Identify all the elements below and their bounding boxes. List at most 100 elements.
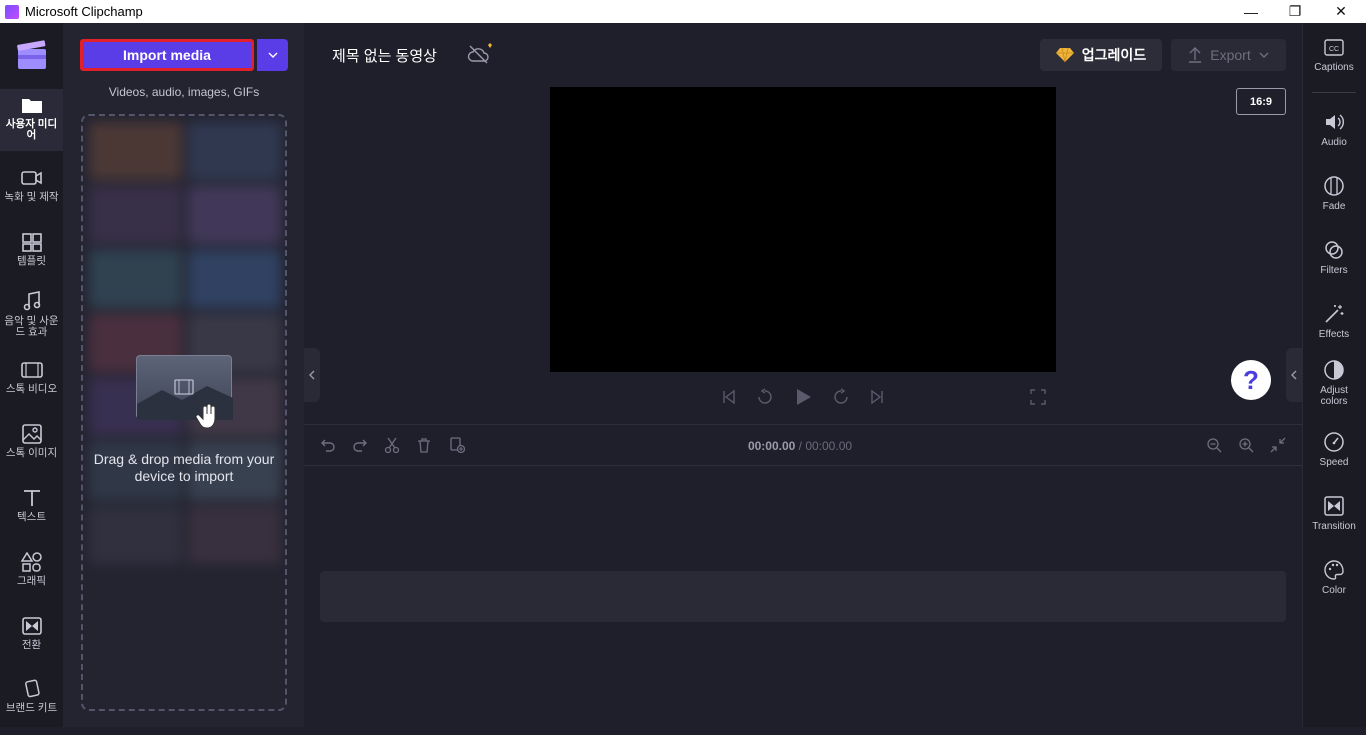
- duplicate-button[interactable]: [447, 435, 467, 455]
- rail-item-captions[interactable]: CC Captions: [1302, 38, 1366, 98]
- collapse-properties-panel-button[interactable]: [1286, 348, 1302, 402]
- rail-item-templates[interactable]: 템플릿: [0, 226, 63, 288]
- rail-item-record-create[interactable]: 녹화 및 제작: [0, 162, 63, 224]
- svg-text:CC: CC: [1329, 46, 1339, 53]
- forward-5s-button[interactable]: [830, 386, 852, 408]
- rail-label: 사용자 미디어: [5, 118, 58, 141]
- rail-item-transitions[interactable]: 전환: [0, 610, 63, 672]
- skip-to-start-button[interactable]: [718, 386, 740, 408]
- rail-label: 스톡 비디오: [5, 383, 58, 395]
- question-mark-icon: ?: [1243, 364, 1259, 395]
- collapse-media-panel-button[interactable]: [304, 348, 320, 402]
- help-button[interactable]: ?: [1231, 360, 1271, 400]
- undo-icon: [321, 439, 335, 452]
- rail-label: Effects: [1318, 329, 1350, 340]
- import-media-button[interactable]: Import media: [80, 39, 254, 71]
- rail-label: Filters: [1320, 265, 1348, 276]
- rail-item-text[interactable]: 텍스트: [0, 482, 63, 544]
- fullscreen-button[interactable]: [1027, 386, 1049, 408]
- rail-label: 전환: [21, 639, 42, 651]
- export-label: Export: [1210, 47, 1251, 63]
- rail-item-audio[interactable]: Audio: [1302, 111, 1366, 171]
- maximize-button[interactable]: ❐: [1272, 0, 1318, 23]
- chevron-left-icon: [309, 370, 315, 380]
- redo-button[interactable]: [350, 435, 370, 455]
- fullscreen-icon: [1030, 389, 1046, 405]
- text-icon: [23, 490, 40, 506]
- rewind-icon: [758, 388, 772, 404]
- adjust-colors-icon: [1324, 360, 1344, 380]
- fit-timeline-button[interactable]: [1268, 435, 1288, 455]
- templates-icon: [21, 233, 42, 252]
- video-preview: [550, 87, 1056, 372]
- close-button[interactable]: ✕: [1318, 0, 1364, 23]
- split-button[interactable]: [382, 435, 402, 455]
- zoom-out-button[interactable]: [1204, 435, 1224, 455]
- rail-item-music-sfx[interactable]: 음악 및 사운드 효과: [0, 284, 63, 346]
- undo-button[interactable]: [318, 435, 338, 455]
- fit-to-screen-icon: [1270, 437, 1286, 453]
- rail-item-stock-images[interactable]: 스톡 이미지: [0, 418, 63, 480]
- delete-button[interactable]: [414, 435, 434, 455]
- rail-item-color[interactable]: Color: [1302, 559, 1366, 619]
- drop-instructions: Drag & drop media from your device to im…: [93, 451, 275, 484]
- rail-item-fade[interactable]: Fade: [1302, 175, 1366, 235]
- rail-item-brand-kit[interactable]: 브랜드 키트: [0, 673, 63, 735]
- upgrade-label: 업그레이드: [1081, 47, 1147, 63]
- scissors-icon: [384, 437, 400, 453]
- window-title: Microsoft Clipchamp: [25, 4, 143, 19]
- total-time: / 00:00.00: [798, 439, 853, 453]
- skip-to-end-button[interactable]: [866, 386, 888, 408]
- upgrade-button[interactable]: 업그레이드: [1040, 39, 1162, 71]
- chevron-left-icon: [1291, 370, 1297, 380]
- rail-item-filters[interactable]: Filters: [1302, 239, 1366, 299]
- rail-label: Adjust colors: [1320, 385, 1348, 407]
- cloud-off-icon: [467, 43, 492, 64]
- redo-icon: [353, 439, 367, 452]
- timeline-track[interactable]: [320, 571, 1286, 622]
- hand-cursor-icon: [196, 404, 216, 429]
- diamond-icon: [1055, 47, 1074, 63]
- palette-icon: [1324, 560, 1344, 580]
- filters-icon: [1325, 241, 1343, 259]
- cloud-backup-button[interactable]: [466, 42, 492, 68]
- rail-label: 음악 및 사운드 효과: [4, 315, 59, 338]
- play-button[interactable]: [792, 386, 814, 408]
- image-icon: [21, 424, 42, 444]
- chevron-down-icon: [1259, 52, 1269, 58]
- import-supported-types: Videos, audio, images, GIFs: [108, 85, 260, 99]
- zoom-in-button[interactable]: [1236, 435, 1256, 455]
- music-icon: [23, 291, 40, 311]
- current-time: 00:00.00: [747, 439, 796, 453]
- export-button[interactable]: Export: [1171, 39, 1286, 71]
- rail-label: 녹화 및 제작: [4, 191, 59, 203]
- speedometer-icon: [1324, 432, 1344, 452]
- rail-label: Speed: [1319, 457, 1349, 468]
- fade-icon: [1324, 176, 1344, 196]
- clipchamp-logo-icon: [17, 40, 46, 69]
- rail-label: Color: [1322, 585, 1346, 596]
- zoom-in-icon: [1239, 438, 1254, 453]
- rail-label: Transition: [1312, 521, 1356, 532]
- rewind-5s-button[interactable]: [754, 386, 776, 408]
- aspect-ratio-button[interactable]: 16:9: [1236, 88, 1286, 115]
- clipchamp-app-icon: [5, 4, 19, 19]
- rail-item-my-media[interactable]: 사용자 미디어: [0, 89, 63, 151]
- speaker-icon: [1326, 114, 1344, 130]
- rail-item-adjust-colors[interactable]: Adjust colors: [1302, 359, 1366, 419]
- skip-forward-icon: [871, 389, 883, 405]
- minimize-button[interactable]: —: [1228, 0, 1274, 23]
- rail-divider: [1312, 92, 1356, 93]
- import-options-dropdown[interactable]: [257, 39, 288, 71]
- rail-item-transition[interactable]: Transition: [1302, 495, 1366, 555]
- rail-item-effects[interactable]: Effects: [1302, 303, 1366, 363]
- play-icon: [797, 389, 811, 405]
- project-title[interactable]: 제목 없는 동영상: [320, 40, 449, 70]
- brand-kit-icon: [24, 679, 40, 698]
- rail-item-graphics[interactable]: 그래픽: [0, 546, 63, 608]
- timecode-display: 00:00.00 / 00:00.00: [700, 439, 900, 453]
- skip-back-icon: [723, 389, 735, 405]
- rail-label: 텍스트: [17, 511, 46, 523]
- rail-item-speed[interactable]: Speed: [1302, 431, 1366, 491]
- rail-item-stock-video[interactable]: 스톡 비디오: [0, 354, 63, 416]
